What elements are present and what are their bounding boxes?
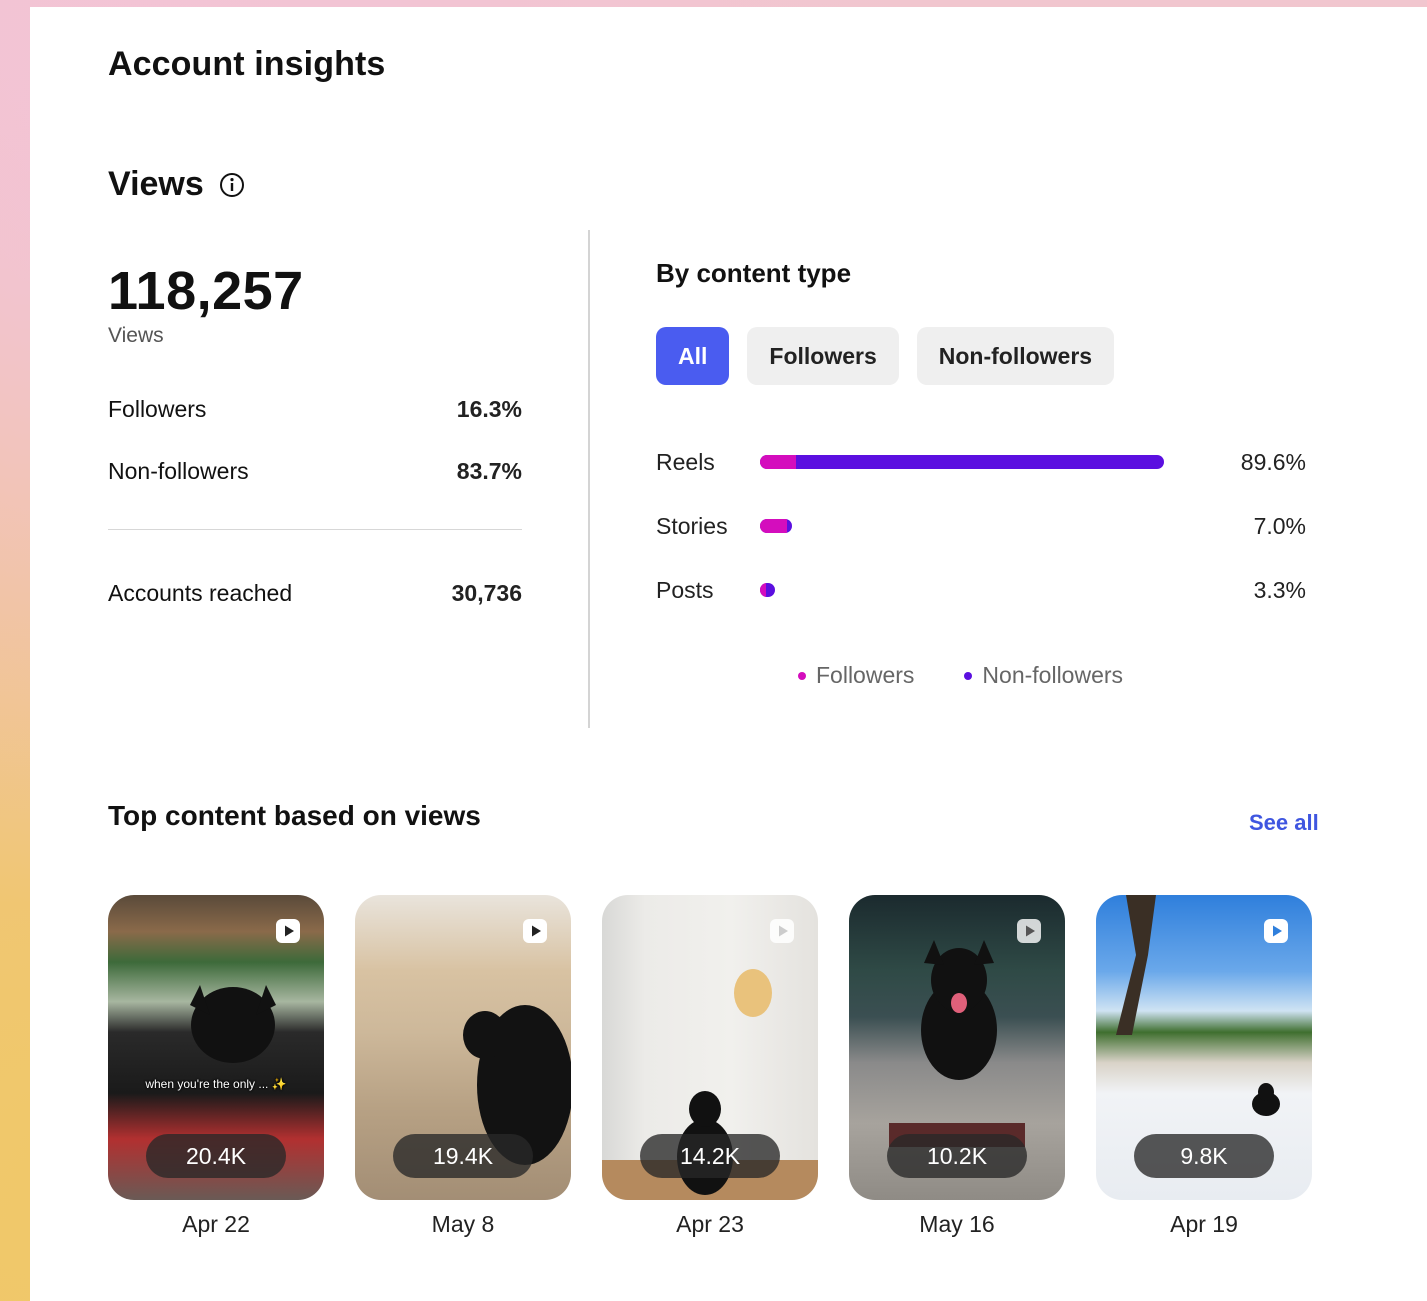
bar-fill xyxy=(760,583,775,597)
dog-silhouette xyxy=(190,985,276,1063)
page-title: Account insights xyxy=(108,45,386,83)
view-count-badge: 10.2K xyxy=(887,1134,1027,1178)
content-date: Apr 23 xyxy=(676,1211,744,1237)
view-count-badge: 14.2K xyxy=(640,1134,780,1178)
tree xyxy=(1116,895,1156,1035)
dog-silhouette xyxy=(921,940,997,1080)
tab-non-followers[interactable]: Non-followers xyxy=(916,327,1115,385)
legend-dot-nonfollowers xyxy=(964,671,973,680)
bar-row-reels: Reels 89.6% xyxy=(656,442,1306,482)
accounts-reached-value: 30,736 xyxy=(451,580,522,606)
bar-track xyxy=(760,519,1164,533)
top-content-list: when you're the only ... ✨ 20.4K Apr 22 xyxy=(108,895,1312,1238)
bar-fill xyxy=(760,455,1164,469)
content-type-heading: By content type xyxy=(656,258,852,288)
bar-label: Stories xyxy=(656,512,728,539)
content-card[interactable]: 9.8K Apr 19 xyxy=(1096,895,1312,1238)
bar-track xyxy=(760,583,1164,597)
content-card[interactable]: 19.4K May 8 xyxy=(355,895,571,1238)
bar-pct: 3.3% xyxy=(1253,576,1306,603)
view-count-badge: 9.8K xyxy=(1134,1134,1274,1178)
accounts-reached-row: Accounts reached 30,736 xyxy=(108,580,522,607)
balloon xyxy=(734,969,772,1017)
insights-panel: Account insights Views 118,257 Views Fol… xyxy=(30,7,1427,1301)
nonfollowers-label: Non-followers xyxy=(108,458,249,484)
followers-row: Followers 16.3% xyxy=(108,396,522,423)
legend-item-followers: Followers xyxy=(798,662,914,689)
top-content-heading: Top content based on views xyxy=(108,800,481,831)
reel-icon xyxy=(276,919,300,943)
content-thumbnail[interactable]: 10.2K xyxy=(849,895,1065,1200)
bar-track xyxy=(760,455,1164,469)
bar-fill xyxy=(760,519,792,533)
followers-label: Followers xyxy=(108,396,207,422)
info-icon[interactable] xyxy=(218,171,246,199)
bar-label: Reels xyxy=(656,448,715,475)
reel-icon xyxy=(1017,919,1041,943)
content-date: May 8 xyxy=(431,1211,495,1237)
views-total: 118,257 xyxy=(108,261,304,321)
views-heading: Views xyxy=(108,165,246,204)
dog-silhouette xyxy=(1252,1083,1280,1116)
bar-row-posts: Posts 3.3% xyxy=(656,570,1306,610)
followers-pct: 16.3% xyxy=(456,396,522,422)
content-type-tabs: All Followers Non-followers xyxy=(656,327,1115,385)
view-count-badge: 20.4K xyxy=(146,1134,286,1178)
thumbnail-caption: when you're the only ... ✨ xyxy=(145,1077,287,1091)
content-card[interactable]: when you're the only ... ✨ 20.4K Apr 22 xyxy=(108,895,324,1238)
nonfollowers-pct: 83.7% xyxy=(456,458,522,484)
content-card[interactable]: 10.2K May 16 xyxy=(849,895,1065,1238)
content-thumbnail[interactable]: when you're the only ... ✨ 20.4K xyxy=(108,895,324,1200)
content-date: Apr 22 xyxy=(182,1211,250,1237)
divider xyxy=(108,529,522,530)
see-all-link[interactable]: See all xyxy=(1249,810,1319,836)
view-count-badge: 19.4K xyxy=(393,1134,533,1178)
content-thumbnail[interactable]: 19.4K xyxy=(355,895,571,1200)
reel-icon xyxy=(770,919,794,943)
legend-dot-followers xyxy=(798,671,806,680)
bar-fill-followers xyxy=(760,519,787,533)
reel-icon xyxy=(1264,919,1288,943)
content-thumbnail[interactable]: 9.8K xyxy=(1096,895,1312,1200)
content-thumbnail[interactable]: 14.2K xyxy=(602,895,818,1200)
views-heading-label: Views xyxy=(108,165,204,203)
views-total-label: Views xyxy=(108,324,164,347)
content-date: May 16 xyxy=(919,1211,995,1237)
bar-label: Posts xyxy=(656,576,714,603)
bar-fill-followers xyxy=(760,455,797,469)
bar-row-stories: Stories 7.0% xyxy=(656,506,1306,546)
nonfollowers-row: Non-followers 83.7% xyxy=(108,458,522,485)
legend-label: Non-followers xyxy=(982,662,1124,688)
tab-followers[interactable]: Followers xyxy=(747,327,899,385)
bar-pct: 89.6% xyxy=(1240,448,1306,475)
legend-label: Followers xyxy=(816,662,915,688)
legend-item-nonfollowers: Non-followers xyxy=(964,662,1123,689)
reel-icon xyxy=(523,919,547,943)
accounts-reached-label: Accounts reached xyxy=(108,580,293,606)
bar-pct: 7.0% xyxy=(1253,512,1306,539)
content-date: Apr 19 xyxy=(1170,1211,1238,1237)
vertical-divider xyxy=(588,230,590,728)
chart-legend: Followers Non-followers xyxy=(798,662,1123,689)
content-card[interactable]: 14.2K Apr 23 xyxy=(602,895,818,1238)
tab-all[interactable]: All xyxy=(656,327,730,385)
bar-fill-followers xyxy=(760,583,766,597)
